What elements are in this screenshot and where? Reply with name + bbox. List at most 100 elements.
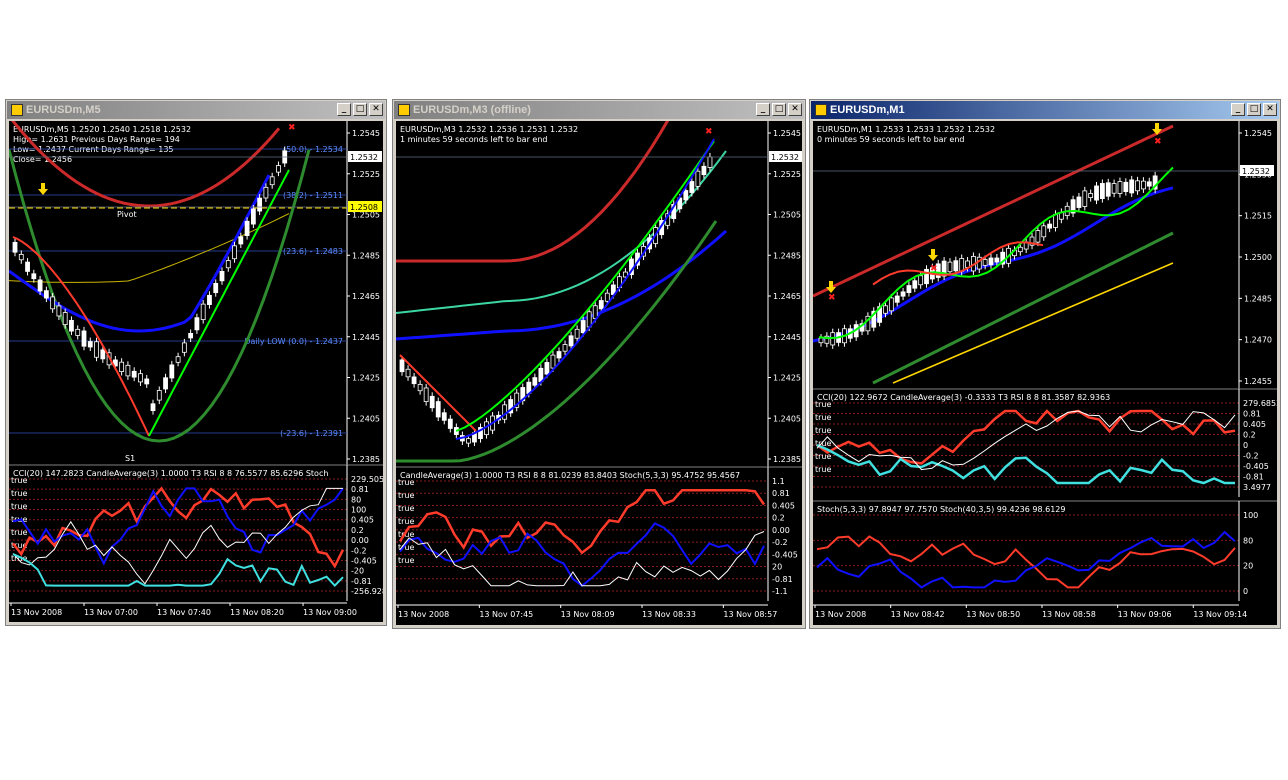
- signal-cross-icon: ✖: [1154, 137, 1162, 147]
- indicator-scale-label: -0.81: [351, 577, 372, 586]
- candle: [1047, 223, 1053, 229]
- ma-blue: [396, 229, 728, 341]
- true-label: true: [815, 465, 831, 474]
- candle: [100, 349, 106, 360]
- candle: [707, 156, 713, 168]
- window-icon: [398, 104, 410, 116]
- ma-green-lower: [396, 220, 718, 463]
- window-titlebar[interactable]: EURUSDm,M3 (offline) _ □ ✕: [394, 101, 804, 119]
- chart-area[interactable]: EURUSDm,M5 1.2520 1.2540 1.2518 1.2532 Hi…: [9, 121, 383, 622]
- candle: [94, 341, 99, 358]
- indicator-scale-label: -0.2: [351, 546, 367, 555]
- minimize-icon[interactable]: _: [1231, 103, 1245, 116]
- fib-label: (38.2) - 1.2511: [283, 191, 343, 200]
- window-titlebar[interactable]: EURUSDm,M5 _ □ ✕: [7, 101, 385, 119]
- candle: [592, 305, 598, 319]
- indicator-scale-label: -0.405: [351, 556, 377, 565]
- price-label: 1.2465: [352, 292, 380, 301]
- indicator-scale-label: 100: [1243, 511, 1258, 520]
- time-label: 13 Nov 09:14: [1193, 610, 1247, 619]
- candle: [906, 285, 912, 293]
- price-label: 1.2425: [773, 374, 801, 383]
- candle: [1017, 246, 1023, 253]
- true-label: true: [815, 413, 831, 422]
- time-label: 13 Nov 2008: [815, 610, 866, 619]
- candle: [257, 197, 263, 212]
- indicator-scale-label: 0.405: [1243, 420, 1266, 429]
- candle: [75, 328, 81, 336]
- candle: [69, 319, 74, 332]
- minimize-icon[interactable]: _: [756, 103, 770, 116]
- candle: [1123, 181, 1129, 193]
- signal-cross-icon: ✖: [930, 264, 938, 274]
- candle: [250, 208, 256, 225]
- indicator-scale-label: 80: [1243, 536, 1253, 545]
- indicator-title: CCI(20) 147.2823 CandleAverage(3) 1.0000…: [13, 469, 328, 478]
- candle: [574, 328, 580, 339]
- candle: [138, 373, 143, 383]
- indicator-line: [399, 531, 765, 587]
- chart-svg: EURUSDm,M3 1.2532 1.2536 1.2531 1.25321 …: [396, 121, 802, 619]
- indicator-line: [816, 535, 1236, 589]
- indicator-scale-label: -1.1: [772, 587, 788, 596]
- close-icon[interactable]: ✕: [1263, 103, 1277, 116]
- indicator-scale-label: -20: [351, 567, 364, 576]
- maximize-icon[interactable]: □: [1247, 103, 1261, 116]
- candle: [213, 282, 219, 294]
- indicator-scale-label: 80: [351, 495, 361, 504]
- fast-red-line: [12, 236, 150, 437]
- price-label: 1.2465: [773, 292, 801, 301]
- time-label: 13 Nov 2008: [11, 608, 62, 617]
- window-titlebar[interactable]: EURUSDm,M1 _ □ ✕: [811, 101, 1279, 119]
- time-label: 13 Nov 08:42: [891, 610, 945, 619]
- maximize-icon[interactable]: □: [772, 103, 786, 116]
- info-line: Close= 1.2456: [13, 155, 72, 164]
- time-label: 13 Nov 08:50: [966, 610, 1020, 619]
- indicator-scale-label: 0.405: [351, 516, 374, 525]
- candle: [900, 291, 906, 297]
- close-icon[interactable]: ✕: [788, 103, 802, 116]
- candle: [163, 377, 168, 390]
- price-label: 1.2545: [352, 129, 380, 138]
- candle: [982, 259, 988, 266]
- candle: [238, 236, 244, 245]
- ma-blue: [9, 174, 271, 333]
- indicator-scale-label: 0.2: [772, 514, 785, 523]
- info-line: High= 1.2631 Previous Days Range= 194: [13, 135, 180, 144]
- info-line: 1 minutes 59 seconds left to bar end: [400, 135, 547, 144]
- signal-arrow-icon: [928, 249, 938, 261]
- signal-cross-icon: ✖: [705, 127, 713, 137]
- indicator-scale-label: 1.1: [772, 477, 785, 486]
- candle: [194, 317, 200, 331]
- candle: [50, 296, 56, 310]
- current-price-label: 1.2532: [1242, 167, 1270, 176]
- chart-window-m5[interactable]: EURUSDm,M5 _ □ ✕ EURUSDm,M5 1.2520 1.254…: [5, 99, 387, 626]
- maximize-icon[interactable]: □: [353, 103, 367, 116]
- candle: [1135, 180, 1140, 192]
- candle: [144, 378, 150, 385]
- true-label: true: [11, 528, 27, 537]
- true-label: true: [398, 504, 414, 513]
- fib-label: (50.0) - 1.2534: [283, 145, 343, 154]
- time-label: 13 Nov 09:00: [303, 608, 357, 617]
- fast-green-line: [455, 140, 715, 432]
- minimize-icon[interactable]: _: [337, 103, 351, 116]
- candle: [12, 241, 18, 253]
- indicator-scale-label: -256.928: [351, 587, 383, 596]
- chart-window-m3[interactable]: EURUSDm,M3 (offline) _ □ ✕ EURUSDm,M3 1.…: [392, 99, 806, 629]
- signal-arrow-icon: [826, 281, 836, 293]
- true-label: true: [398, 478, 414, 487]
- candle: [207, 294, 212, 305]
- indicator-line: [816, 443, 1235, 485]
- indicator-scale-label: 0.00: [772, 526, 790, 535]
- candle: [818, 337, 824, 344]
- chart-area[interactable]: EURUSDm,M3 1.2532 1.2536 1.2531 1.2532 1 …: [396, 121, 802, 625]
- chart-window-m1[interactable]: EURUSDm,M1 _ □ ✕ EURUSDm,M1 1.2533 1.253…: [809, 99, 1281, 629]
- close-icon[interactable]: ✕: [369, 103, 383, 116]
- price-label: 1.2525: [352, 170, 380, 179]
- chart-area[interactable]: EURUSDm,M1 1.2533 1.2533 1.2532 1.2532 0 …: [813, 121, 1277, 625]
- price-label: 1.2515: [1244, 212, 1272, 221]
- candle: [417, 383, 423, 392]
- ma-teal: [396, 150, 727, 314]
- ma-green-lower: [872, 231, 1174, 385]
